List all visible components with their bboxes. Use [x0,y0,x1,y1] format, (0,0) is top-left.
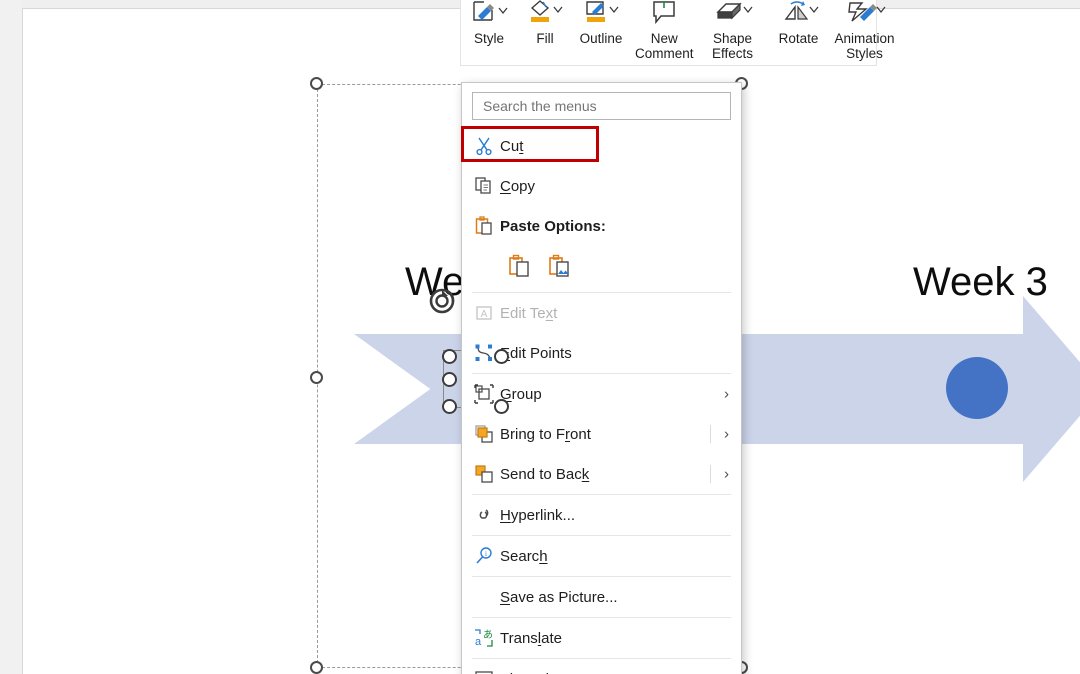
shape-handle-top-right[interactable] [494,349,509,364]
ribbon-button-fill[interactable]: Fill [517,0,573,65]
new-comment-icon [648,0,680,27]
hyperlink-icon [474,505,500,525]
edit-text-icon: A [474,303,500,323]
svg-text:a: a [475,636,482,648]
menu-label-search: Search [500,547,548,565]
ribbon-label-fill: Fill [536,31,554,46]
label-line1: New [650,31,678,46]
shape-handle-middle-left[interactable] [442,372,457,387]
paste-picture-icon[interactable] [548,254,572,285]
menu-item-copy[interactable]: Copy [462,166,741,206]
menu-label-cut: Cut [500,137,524,155]
shape-effects-icon [713,0,753,27]
menu-label-translate: Translate [500,629,562,647]
menu-item-paste-options: Paste Options: [462,206,741,246]
menu-item-hyperlink[interactable]: Hyperlink... [462,495,741,535]
translate-icon: a あ [474,628,500,648]
svg-text:i: i [485,550,487,558]
chevron-right-icon: › [724,425,729,443]
ribbon-label-shape-effects: Shape Effects [712,31,754,61]
ribbon-label-outline: Outline [579,31,623,46]
animation-styles-icon [844,0,886,27]
alt-text-icon [474,669,500,674]
menu-item-cut[interactable]: Cut [462,126,741,166]
shape-style-icon [470,0,508,27]
submenu-divider [710,465,711,483]
menu-label-save-as-picture: Save as Picture... [500,588,618,606]
ribbon-group-arrange: Shape Effects Rotate Animation Styles [700,0,898,65]
ribbon-button-animation-styles[interactable]: Animation Styles [832,0,898,65]
ribbon-label-animation-styles: Animation Styles [834,31,895,61]
menu-label-send-to-back: Send to Back [500,465,590,483]
menu-item-view-alt-text[interactable]: View Alt Text... [462,659,741,674]
app-root: Wee 2 Week 3 [0,0,1080,674]
menu-label-bring-to-front: Bring to Front [500,425,591,443]
menu-item-send-to-back[interactable]: Send to Back › [462,454,741,494]
shape-fill-icon [526,0,564,27]
label-line2: Styles [846,45,883,61]
chevron-right-icon: › [724,385,729,403]
context-menu[interactable]: Cut Copy Paste Options: [461,82,742,674]
milestone-dot-week3[interactable] [946,357,1008,419]
arrow-head [1023,296,1080,482]
menu-item-bring-to-front[interactable]: Bring to Front › [462,414,741,454]
chevron-right-icon: › [724,465,729,483]
scissors-icon [474,136,500,156]
svg-text:あ: あ [483,629,493,641]
ribbon-button-new-comment[interactable]: New Comment [635,0,694,65]
menu-label-copy: Copy [500,177,536,195]
send-to-back-icon [474,464,500,484]
paste-icon [474,216,500,236]
submenu-divider [710,425,711,443]
selection-handle-top-left[interactable] [310,77,323,90]
ribbon-label-style: Style [473,31,504,46]
paste-options-row[interactable] [462,246,741,292]
menu-label-view-alt-text: View Alt Text... [500,671,597,674]
label-line1: Shape [712,31,753,46]
shape-handle-bottom-right[interactable] [494,399,509,414]
copy-icon [474,176,500,196]
paste-keep-source-icon[interactable] [508,254,532,285]
ribbon-button-style[interactable]: Style [461,0,517,65]
shape-handle-bottom-left[interactable] [442,399,457,414]
ribbon-button-outline[interactable]: Outline [573,0,629,65]
ribbon-button-rotate[interactable]: Rotate [766,0,832,65]
menu-label-edit-points: Edit Points [500,344,572,362]
rotate-icon [779,0,819,27]
slide-label-week3[interactable]: Week 3 [913,262,1048,302]
menu-label-edit-text: Edit Text [500,304,558,322]
ribbon-toolbar[interactable]: Style Fill Outline New Comment Shape Eff… [460,0,895,66]
shape-outline-icon [582,0,620,27]
menu-label-paste-options: Paste Options: [500,217,606,235]
ribbon-label-rotate: Rotate [778,31,819,46]
menu-label-hyperlink: Hyperlink... [500,506,576,524]
menu-item-save-as-picture[interactable]: Save as Picture... [462,577,741,617]
menu-item-translate[interactable]: a あ Translate [462,618,741,658]
menu-item-search[interactable]: i Search [462,536,741,576]
shape-handle-top-left[interactable] [442,349,457,364]
label-line2: Comment [635,45,694,61]
rotate-handle-icon[interactable] [427,286,457,316]
ribbon-label-new-comment: New Comment [635,31,694,61]
selection-handle-middle-left[interactable] [310,371,323,384]
label-line2: Effects [712,45,754,61]
svg-text:A: A [481,309,488,320]
label-line1: Animation [834,31,895,46]
left-gutter [0,0,22,674]
search-icon: i [474,546,500,566]
ribbon-group-shape-format: Style Fill Outline [461,0,629,65]
ribbon-button-shape-effects[interactable]: Shape Effects [700,0,766,65]
search-input[interactable] [481,97,722,115]
menu-item-edit-text: A Edit Text [462,293,741,333]
bring-to-front-icon [474,424,500,444]
selection-handle-bottom-left[interactable] [310,661,323,674]
menu-search-box[interactable] [472,92,731,120]
